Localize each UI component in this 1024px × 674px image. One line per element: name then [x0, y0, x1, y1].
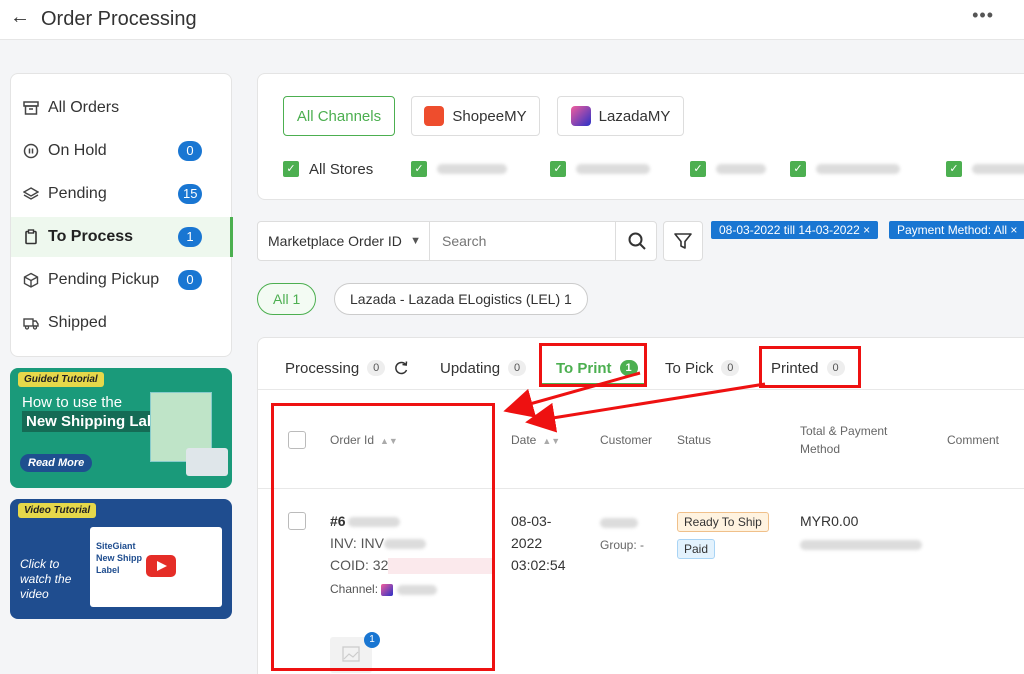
- annotation-arrow: [503, 371, 641, 418]
- annotation-arrows: [503, 371, 766, 433]
- annotation-arrow: [525, 382, 766, 433]
